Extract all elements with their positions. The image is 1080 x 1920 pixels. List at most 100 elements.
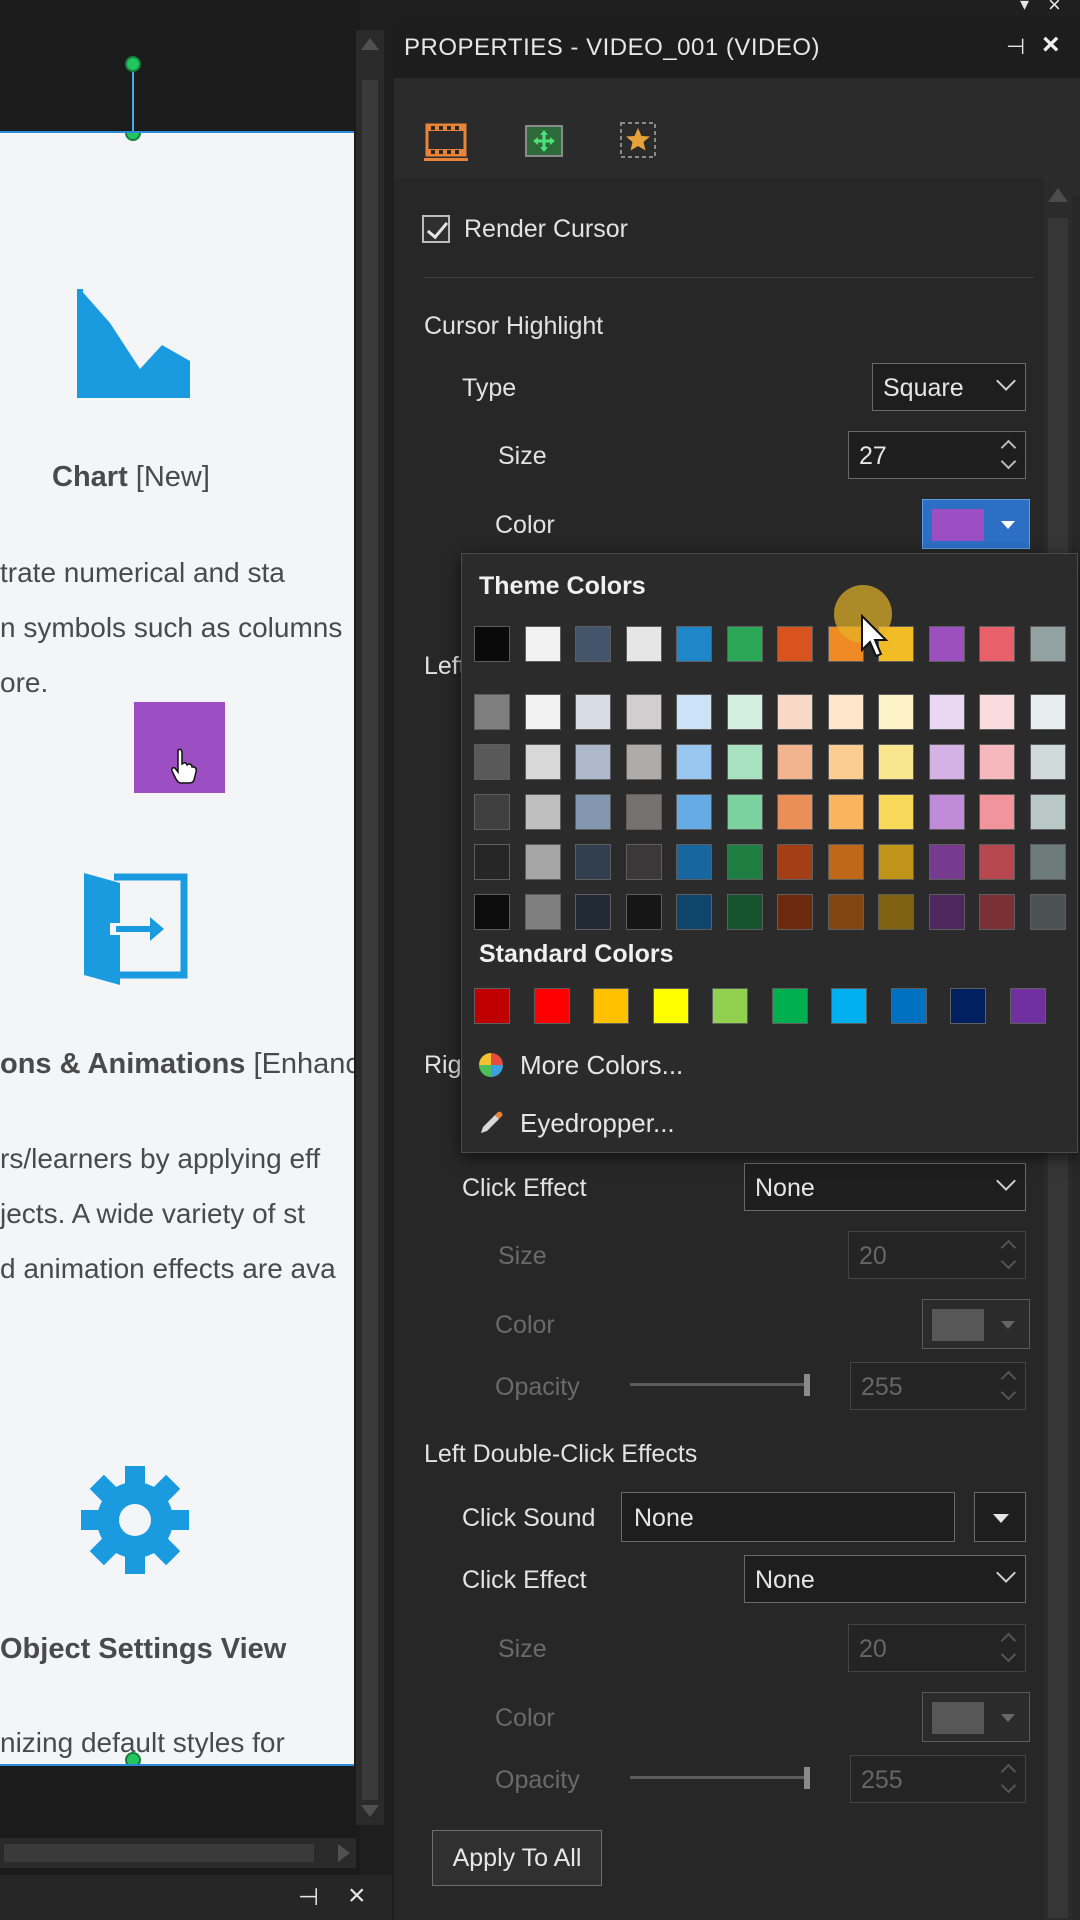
color-swatch[interactable] (828, 694, 864, 730)
scrollbar-thumb[interactable] (362, 80, 378, 1800)
color-swatch[interactable] (676, 844, 712, 880)
color-swatch[interactable] (575, 694, 611, 730)
color-swatch[interactable] (929, 626, 965, 662)
color-swatch[interactable] (777, 744, 813, 780)
color-swatch[interactable] (828, 894, 864, 930)
eyedropper-item[interactable]: Eyedropper... (476, 1098, 1064, 1148)
color-swatch[interactable] (474, 744, 510, 780)
spinner-arrows-icon[interactable] (1001, 438, 1017, 472)
color-swatch[interactable] (1030, 626, 1066, 662)
color-swatch[interactable] (525, 694, 561, 730)
double-click-effect-dropdown[interactable]: None (744, 1555, 1026, 1603)
standard-color-swatch[interactable] (712, 988, 748, 1024)
more-colors-item[interactable]: More Colors... (476, 1040, 1064, 1090)
color-swatch[interactable] (676, 894, 712, 930)
color-swatch[interactable] (575, 794, 611, 830)
color-swatch[interactable] (1030, 894, 1066, 930)
canvas-horizontal-scrollbar[interactable] (0, 1838, 356, 1868)
double-click-opacity-spinner[interactable]: 255 (850, 1755, 1026, 1803)
color-swatch[interactable] (474, 844, 510, 880)
color-swatch[interactable] (929, 844, 965, 880)
color-swatch[interactable] (979, 744, 1015, 780)
right-click-effect-dropdown[interactable]: None (744, 1163, 1026, 1211)
color-swatch[interactable] (575, 626, 611, 662)
color-swatch[interactable] (929, 794, 965, 830)
color-swatch[interactable] (727, 894, 763, 930)
tab-video-film-icon[interactable] (424, 118, 468, 162)
color-swatch[interactable] (626, 844, 662, 880)
tab-move-icon[interactable] (522, 118, 566, 162)
color-swatch[interactable] (727, 744, 763, 780)
color-swatch[interactable] (676, 626, 712, 662)
standard-color-swatch[interactable] (891, 988, 927, 1024)
dropdown-icon[interactable]: ▾ (1020, 0, 1029, 15)
color-swatch[interactable] (828, 844, 864, 880)
color-swatch[interactable] (676, 794, 712, 830)
spinner-arrows-icon[interactable] (1001, 1369, 1017, 1403)
color-swatch[interactable] (979, 794, 1015, 830)
color-swatch[interactable] (575, 844, 611, 880)
color-swatch[interactable] (878, 694, 914, 730)
standard-color-swatch[interactable] (534, 988, 570, 1024)
scroll-up-arrow-icon[interactable] (361, 38, 379, 50)
color-swatch[interactable] (727, 626, 763, 662)
color-swatch[interactable] (878, 844, 914, 880)
color-swatch[interactable] (626, 794, 662, 830)
spinner-arrows-icon[interactable] (1001, 1238, 1017, 1272)
right-click-size-spinner[interactable]: 20 (848, 1231, 1026, 1279)
color-swatch[interactable] (777, 794, 813, 830)
pin-icon[interactable]: ⊣ (298, 1883, 319, 1912)
slider-knob[interactable] (804, 1374, 810, 1396)
color-swatch[interactable] (525, 794, 561, 830)
tab-star-effect-icon[interactable] (616, 118, 660, 162)
right-click-opacity-spinner[interactable]: 255 (850, 1362, 1026, 1410)
color-swatch[interactable] (676, 744, 712, 780)
scroll-down-arrow-icon[interactable] (361, 1805, 379, 1817)
rotate-handle[interactable] (125, 56, 141, 72)
resize-handle-bottom[interactable] (125, 1752, 141, 1764)
scroll-up-arrow-icon[interactable] (1048, 188, 1068, 202)
color-swatch[interactable] (1030, 744, 1066, 780)
highlight-type-dropdown[interactable]: Square (872, 363, 1026, 411)
color-swatch[interactable] (575, 744, 611, 780)
color-swatch[interactable] (575, 894, 611, 930)
color-swatch[interactable] (878, 744, 914, 780)
spinner-arrows-icon[interactable] (1001, 1762, 1017, 1796)
color-swatch[interactable] (626, 894, 662, 930)
color-swatch[interactable] (929, 694, 965, 730)
color-swatch[interactable] (929, 894, 965, 930)
highlight-color-button[interactable] (922, 499, 1030, 549)
right-click-color-button[interactable] (922, 1299, 1030, 1349)
close-icon[interactable]: × (1048, 0, 1061, 18)
standard-color-swatch[interactable] (593, 988, 629, 1024)
double-click-opacity-slider[interactable] (630, 1767, 810, 1789)
pin-icon[interactable]: ⊣ (1006, 34, 1025, 60)
close-icon[interactable]: × (348, 1879, 366, 1913)
standard-color-swatch[interactable] (474, 988, 510, 1024)
right-click-opacity-slider[interactable] (630, 1374, 810, 1396)
canvas-vertical-scrollbar[interactable] (356, 30, 384, 1825)
color-swatch[interactable] (727, 794, 763, 830)
click-sound-field[interactable]: None (621, 1492, 955, 1542)
color-swatch[interactable] (676, 694, 712, 730)
color-swatch[interactable] (828, 744, 864, 780)
color-swatch[interactable] (878, 894, 914, 930)
color-swatch[interactable] (828, 794, 864, 830)
color-swatch[interactable] (474, 794, 510, 830)
color-swatch[interactable] (1030, 694, 1066, 730)
color-swatch[interactable] (727, 694, 763, 730)
color-swatch[interactable] (525, 844, 561, 880)
scroll-right-arrow-icon[interactable] (338, 1844, 350, 1862)
color-swatch[interactable] (525, 744, 561, 780)
standard-color-swatch[interactable] (772, 988, 808, 1024)
color-swatch[interactable] (626, 626, 662, 662)
standard-color-swatch[interactable] (831, 988, 867, 1024)
color-swatch[interactable] (474, 626, 510, 662)
click-sound-dropdown-button[interactable] (974, 1492, 1026, 1542)
color-swatch[interactable] (474, 694, 510, 730)
color-swatch[interactable] (777, 844, 813, 880)
resize-handle-top[interactable] (125, 133, 141, 141)
color-swatch[interactable] (979, 844, 1015, 880)
color-swatch[interactable] (777, 626, 813, 662)
color-swatch[interactable] (474, 894, 510, 930)
